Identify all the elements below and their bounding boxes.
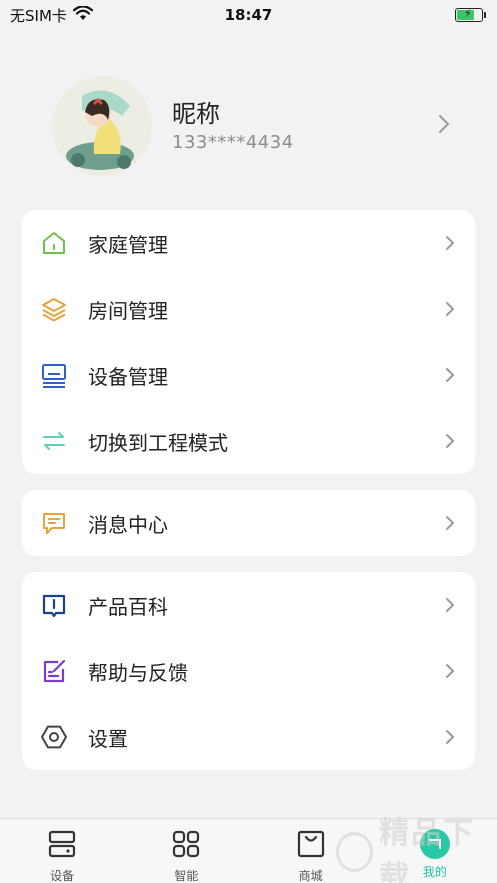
bottom-tab-bar: 设备 智能 商城 我的 (0, 818, 497, 883)
chevron-right-icon (438, 114, 450, 138)
tab-label: 我的 (422, 865, 447, 879)
devices-tab-icon (47, 829, 77, 863)
grid-tab-icon (171, 829, 201, 863)
tab-me[interactable]: 我的 (373, 819, 497, 883)
tab-label: 设备 (50, 869, 75, 883)
chevron-right-icon (445, 597, 455, 617)
menu-item-label: 消息中心 (88, 512, 168, 537)
clock: 18:47 (224, 6, 273, 24)
tab-smart[interactable]: 智能 (124, 819, 248, 883)
chevron-right-icon (445, 663, 455, 683)
menu-card-support: 产品百科 帮助与反馈 设置 (22, 572, 475, 770)
menu-item-home-management[interactable]: 家庭管理 (22, 210, 475, 276)
menu-item-settings[interactable]: 设置 (22, 704, 475, 770)
chevron-right-icon (445, 729, 455, 749)
menu-item-engineering-mode[interactable]: 切换到工程模式 (22, 408, 475, 474)
profile-header[interactable]: 昵称 133****4434 (0, 70, 497, 180)
menu-item-room-management[interactable]: 房间管理 (22, 276, 475, 342)
chevron-right-icon (445, 433, 455, 453)
layers-icon (40, 295, 68, 323)
me-tab-icon (419, 829, 450, 859)
menu-item-label: 家庭管理 (88, 232, 168, 257)
tab-shop[interactable]: 商城 (249, 819, 373, 883)
carrier-label: 无SIM卡 (10, 6, 67, 25)
menu-item-device-management[interactable]: 设备管理 (22, 342, 475, 408)
menu-card-management: 家庭管理 房间管理 设备管理 切换到工程模式 (22, 210, 475, 474)
shop-tab-icon (296, 829, 326, 863)
home-icon (40, 229, 68, 257)
device-icon (40, 361, 68, 389)
settings-icon (40, 723, 68, 751)
menu-item-label: 设备管理 (88, 364, 168, 389)
chevron-right-icon (445, 235, 455, 255)
battery-icon: ⚡ (455, 7, 486, 22)
book-icon (40, 591, 68, 619)
tab-label: 智能 (174, 869, 199, 883)
avatar[interactable] (52, 76, 152, 176)
menu-item-label: 产品百科 (88, 594, 168, 619)
menu-item-help-feedback[interactable]: 帮助与反馈 (22, 638, 475, 704)
chevron-right-icon (445, 301, 455, 321)
status-bar: 无SIM卡 18:47 ⚡ (0, 0, 497, 30)
menu-item-label: 房间管理 (88, 298, 168, 323)
wifi-icon (72, 4, 93, 25)
chevron-right-icon (445, 367, 455, 387)
menu-item-label: 切换到工程模式 (88, 430, 228, 455)
phone-number: 133****4434 (172, 132, 294, 153)
charging-bolt-icon: ⚡ (464, 7, 472, 20)
menu-item-label: 设置 (88, 726, 128, 751)
nickname: 昵称 (172, 100, 220, 128)
tab-devices[interactable]: 设备 (0, 819, 124, 883)
menu-card-messages: 消息中心 (22, 490, 475, 556)
switch-icon (40, 427, 68, 455)
menu-item-label: 帮助与反馈 (88, 660, 188, 685)
feedback-icon (40, 657, 68, 685)
menu-item-product-encyclopedia[interactable]: 产品百科 (22, 572, 475, 638)
menu-item-message-center[interactable]: 消息中心 (22, 490, 475, 556)
chevron-right-icon (445, 515, 455, 535)
status-left: 无SIM卡 (10, 4, 93, 26)
message-icon (40, 509, 68, 537)
tab-label: 商城 (298, 869, 323, 883)
